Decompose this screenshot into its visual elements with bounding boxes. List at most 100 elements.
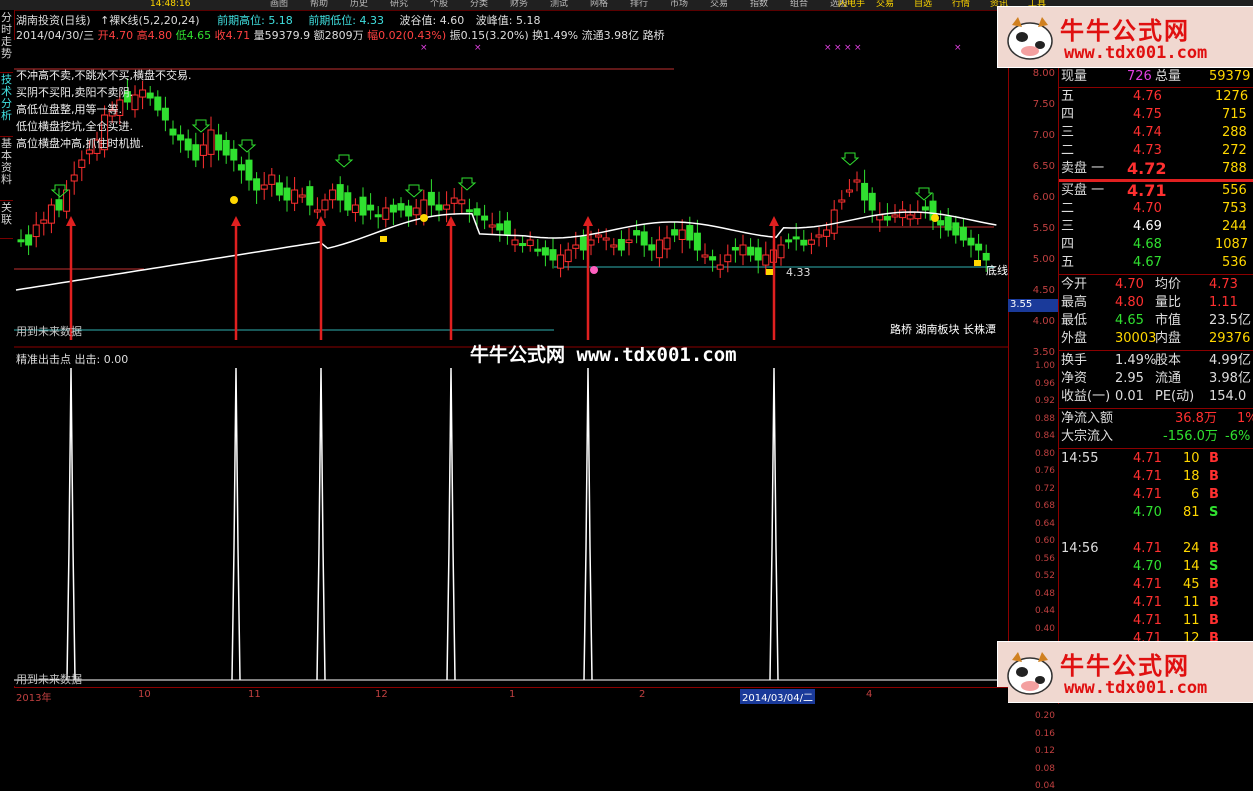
menu-item[interactable]: 排行 bbox=[630, 0, 648, 9]
menu-item[interactable]: 分类 bbox=[470, 0, 488, 9]
x-marker: × bbox=[420, 43, 428, 53]
quote-row: 4.71 45 B bbox=[1059, 576, 1253, 594]
candle bbox=[473, 208, 481, 216]
flow-label: 大宗流入 bbox=[1061, 429, 1114, 444]
indicator-tick: 0.60 bbox=[1034, 536, 1055, 546]
menu-item[interactable]: 财务 bbox=[510, 0, 528, 9]
quote-row: 收益(一) 0.01 PE(动) 154.0 bbox=[1059, 388, 1253, 406]
menu-item[interactable]: 交易 bbox=[710, 0, 728, 9]
price-tick: 3.50 bbox=[1032, 347, 1055, 358]
menu-item[interactable]: 历史 bbox=[350, 0, 368, 9]
tab-fundamentals[interactable]: 基本资料 bbox=[0, 138, 13, 201]
ask-price: 4.74 bbox=[1133, 125, 1162, 140]
stat-value: 1.49% bbox=[1115, 353, 1157, 368]
candle bbox=[853, 179, 861, 183]
tab-related[interactable]: 关联 bbox=[0, 202, 13, 239]
price-tick: 7.00 bbox=[1032, 130, 1055, 141]
toolbar-button[interactable]: 行情 bbox=[952, 0, 970, 9]
toolbar-button[interactable]: 闪电手 bbox=[838, 0, 865, 9]
candle bbox=[389, 204, 397, 213]
candle bbox=[572, 244, 580, 249]
candle bbox=[701, 254, 709, 258]
stat-label: 量比 bbox=[1155, 295, 1182, 310]
candle bbox=[40, 219, 48, 224]
candle bbox=[405, 205, 413, 217]
signal-indicator-chart[interactable] bbox=[14, 348, 1008, 686]
tick-side: B bbox=[1209, 595, 1219, 610]
quote-row: 五 4.76 1276 bbox=[1059, 88, 1253, 106]
stock-name[interactable]: 湖南投资(日线) bbox=[16, 14, 91, 27]
candle bbox=[503, 220, 511, 236]
tab-intraday[interactable]: 分时走势 bbox=[0, 12, 13, 73]
candle bbox=[883, 215, 891, 221]
time-axis[interactable]: 2013年 10 11 12 1 2 2014/03/04/二 4 bbox=[14, 687, 1008, 705]
menu-item[interactable]: 画图 bbox=[270, 0, 288, 9]
site-logo-top: 牛牛公式网 www.tdx001.com bbox=[997, 6, 1253, 68]
candle bbox=[959, 226, 967, 241]
quote-row: 二 4.73 272 bbox=[1059, 142, 1253, 160]
menu-item[interactable]: 组合 bbox=[790, 0, 808, 9]
indicator-tick: 0.76 bbox=[1034, 466, 1055, 476]
x-marker: × bbox=[834, 43, 842, 53]
tick-side: B bbox=[1209, 613, 1219, 628]
menu-item[interactable]: 帮助 bbox=[310, 0, 328, 9]
candle bbox=[351, 204, 359, 213]
candle bbox=[222, 139, 230, 156]
tick-volume: 81 bbox=[1183, 505, 1200, 520]
stat-label: 内盘 bbox=[1155, 331, 1182, 346]
stat-label: 市值 bbox=[1155, 313, 1182, 328]
candle bbox=[982, 252, 990, 261]
menu-item[interactable]: 测试 bbox=[550, 0, 568, 9]
stat-value: 23.5亿 bbox=[1209, 313, 1251, 328]
candle bbox=[412, 207, 420, 216]
side-tabs: 分时走势 技术分析 基本资料 关联 bbox=[0, 10, 15, 690]
stat-label: 净资 bbox=[1061, 371, 1088, 386]
candle bbox=[967, 237, 975, 246]
menu-item[interactable]: 个股 bbox=[430, 0, 448, 9]
board-info[interactable]: 路桥 湖南板块 长株潭 bbox=[890, 321, 996, 337]
candle bbox=[800, 239, 808, 246]
tab-technical[interactable]: 技术分析 bbox=[0, 74, 13, 137]
peak-label: 波峰值: bbox=[475, 14, 513, 27]
menu-item[interactable]: 市场 bbox=[670, 0, 688, 9]
quote-row: 四 4.75 715 bbox=[1059, 106, 1253, 124]
candle bbox=[511, 239, 519, 246]
candle bbox=[230, 148, 238, 161]
toolbar-button[interactable]: 交易 bbox=[876, 0, 894, 9]
quote-row: 净资 2.95 流通 3.98亿 bbox=[1059, 370, 1253, 388]
toolbar-button[interactable]: 自选 bbox=[914, 0, 932, 9]
tick-volume: 14 bbox=[1183, 559, 1200, 574]
total-volume-label: 总量 bbox=[1155, 69, 1182, 84]
remark-line: 低位横盘挖坑,全仓买进. bbox=[16, 120, 133, 133]
current-price-tag: 3.55 bbox=[1008, 299, 1058, 312]
future-data-note: 用到未来数据 bbox=[16, 673, 82, 686]
candle bbox=[450, 197, 458, 204]
candle bbox=[937, 220, 945, 226]
ask-price: 4.76 bbox=[1133, 89, 1162, 104]
tick-volume: 6 bbox=[1191, 487, 1200, 502]
price-tick: 5.50 bbox=[1032, 223, 1055, 234]
menu-item[interactable]: 网格 bbox=[590, 0, 608, 9]
candle bbox=[678, 229, 686, 240]
stat-value: 4.80 bbox=[1115, 295, 1144, 310]
tick-price: 4.71 bbox=[1133, 469, 1162, 484]
menu-item[interactable]: 指数 bbox=[750, 0, 768, 9]
candle bbox=[686, 225, 694, 241]
remark-line: 高低位盘整,用等一等. bbox=[16, 103, 122, 116]
signal-square bbox=[974, 260, 981, 266]
quote-row: 三 4.69 244 bbox=[1059, 218, 1253, 236]
indicator-label[interactable]: ↑裸K线(5,2,20,24) bbox=[100, 14, 200, 27]
lower-background bbox=[14, 348, 1008, 686]
quote-row: 14:55 4.71 10 B bbox=[1059, 450, 1253, 468]
flow-pct: -6% bbox=[1225, 429, 1251, 444]
bottom-line-label: 底线 bbox=[986, 264, 1008, 277]
price-tick: 5.00 bbox=[1032, 254, 1055, 265]
candle bbox=[671, 229, 679, 236]
candle bbox=[914, 211, 922, 220]
candle bbox=[625, 239, 633, 244]
menu-item[interactable]: 研究 bbox=[390, 0, 408, 9]
stat-label: 收益(一) bbox=[1061, 389, 1111, 404]
candle bbox=[382, 207, 390, 220]
candle bbox=[275, 182, 283, 196]
candle bbox=[465, 209, 473, 213]
